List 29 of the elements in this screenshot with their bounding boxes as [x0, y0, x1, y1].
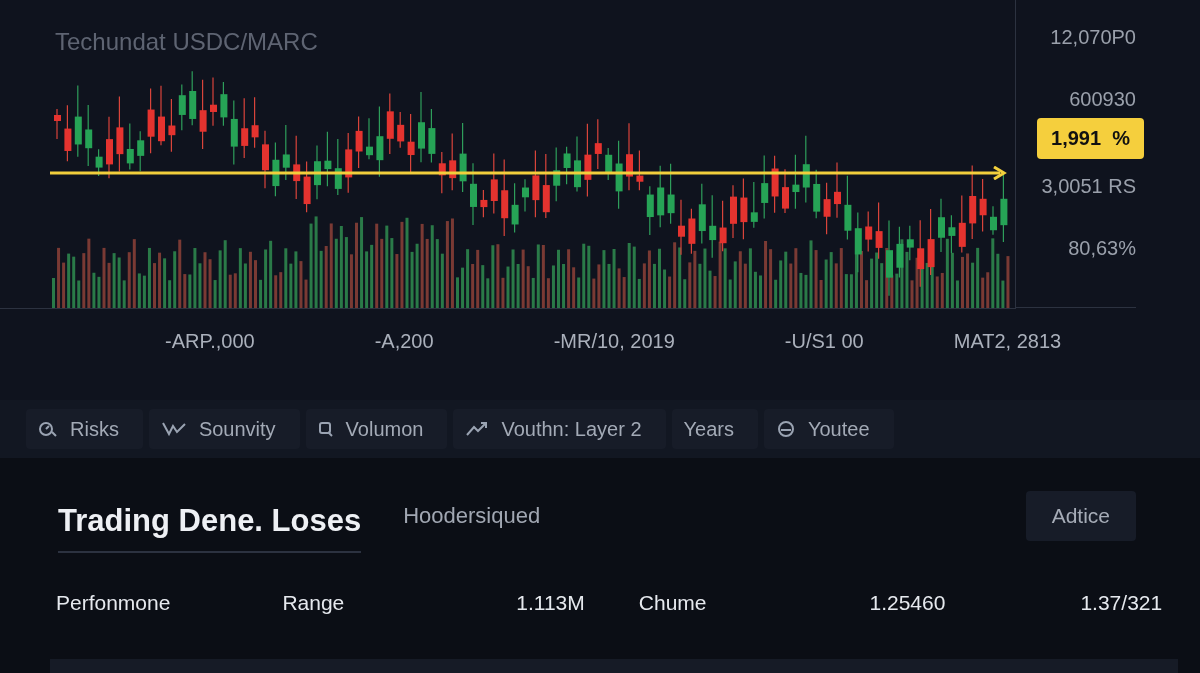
spark-icon: [160, 420, 187, 438]
stat-text: 1.113M: [516, 591, 585, 615]
stat-text: Range: [282, 591, 345, 615]
y-axis-label: 80,63%: [1068, 237, 1136, 261]
tab[interactable]: Vouthn: Layer 2: [453, 409, 666, 449]
x-axis-label: MAT2, 2813: [953, 330, 1062, 353]
tab[interactable]: Risks: [26, 409, 143, 449]
tab[interactable]: Youtee: [764, 409, 894, 449]
y-axis-label: 3,0051 RS: [1041, 175, 1136, 199]
stat-text: Chume: [638, 591, 707, 615]
x-axis-label: -U/S1 00: [784, 330, 864, 353]
tab[interactable]: Volumon: [305, 409, 448, 449]
x-axis-label: -MR/10, 2019: [553, 330, 675, 353]
y-axis-label: 12,070P0: [1050, 26, 1136, 50]
stat-text: 1.25460: [869, 591, 946, 615]
trend-icon: [465, 420, 490, 438]
tab[interactable]: Years: [671, 409, 758, 449]
section-title: Trading Dene. Loses: [58, 503, 362, 553]
tab[interactable]: Sounvity: [148, 409, 300, 449]
x-axis-label: -A,200: [374, 330, 434, 353]
section-subtitle: Hoodersiqued: [403, 503, 541, 529]
price-tag: 1,991 %: [1037, 118, 1144, 159]
chart-title: Techundat USDC/MARC: [55, 27, 319, 57]
y-axis-label: 600930: [1069, 88, 1136, 112]
stat-text: Perfonmone: [56, 591, 171, 615]
search-icon: [317, 420, 334, 438]
stat-text: 1.37/321: [1080, 591, 1163, 615]
action-button[interactable]: Adtice: [1025, 491, 1136, 541]
x-axis-label: -ARP.,000: [165, 330, 255, 353]
